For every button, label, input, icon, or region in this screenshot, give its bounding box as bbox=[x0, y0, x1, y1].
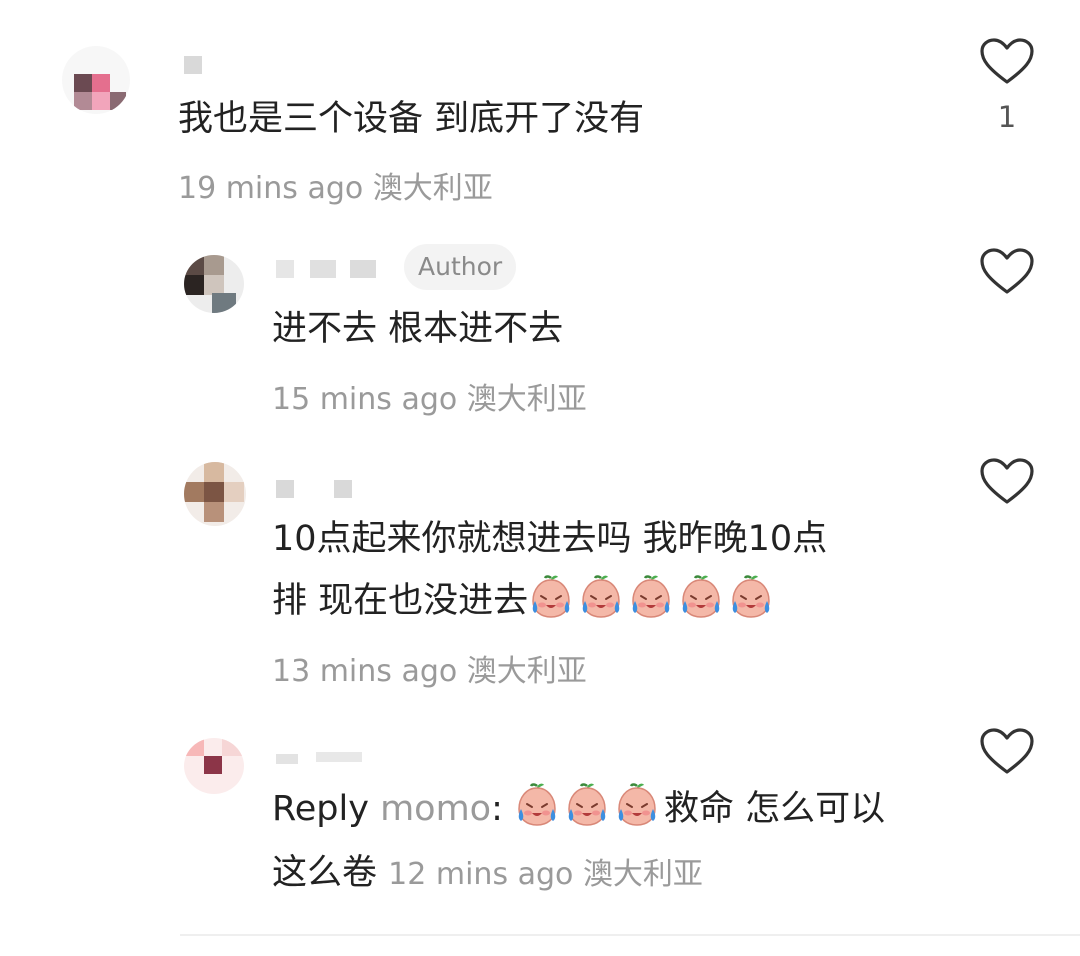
heart-icon[interactable] bbox=[980, 728, 1034, 776]
like-count: 1 bbox=[997, 100, 1017, 134]
crying-emoji bbox=[678, 574, 724, 620]
crying-emoji bbox=[628, 574, 674, 620]
username-redacted[interactable] bbox=[276, 748, 386, 770]
comment-location: 澳大利亚 bbox=[372, 171, 493, 206]
crying-emoji bbox=[564, 782, 610, 828]
heart-icon[interactable] bbox=[980, 38, 1034, 86]
crying-emoji bbox=[728, 574, 774, 620]
reply-to-user[interactable]: momo bbox=[380, 789, 491, 829]
crying-emoji bbox=[578, 574, 624, 620]
reply-text-line-2: 排 现在也没进去 bbox=[272, 570, 778, 632]
reply-meta: 15 mins ago 澳大利亚 bbox=[272, 374, 587, 418]
crying-emoji bbox=[514, 782, 560, 828]
avatar[interactable] bbox=[184, 462, 246, 526]
reply-meta: 13 mins ago 澳大利亚 bbox=[272, 646, 587, 690]
reply-time: 13 mins ago bbox=[272, 654, 458, 689]
reply-text-line-1: Reply momo: 救命 怎么可以 bbox=[272, 778, 885, 840]
avatar[interactable] bbox=[184, 255, 244, 313]
username-redacted[interactable] bbox=[276, 480, 356, 502]
comment-meta: 19 mins ago 澳大利亚 bbox=[178, 163, 493, 207]
heart-icon[interactable] bbox=[980, 458, 1034, 506]
crying-emoji bbox=[614, 782, 660, 828]
heart-icon[interactable] bbox=[980, 248, 1034, 296]
reply-text-part-1: 救命 怎么可以 bbox=[664, 789, 886, 829]
comment-text: 我也是三个设备 到底开了没有 bbox=[178, 99, 645, 139]
reply-location: 澳大利亚 bbox=[466, 654, 587, 689]
reply-text: 进不去 根本进不去 bbox=[272, 309, 564, 349]
divider bbox=[180, 934, 1080, 936]
username-redacted[interactable] bbox=[184, 56, 204, 78]
reply-text-line-2-content: 排 现在也没进去 bbox=[272, 581, 529, 621]
avatar[interactable] bbox=[184, 738, 244, 794]
comment-time: 19 mins ago bbox=[178, 171, 364, 206]
crying-emoji bbox=[528, 574, 574, 620]
reply-text-line-2: 这么卷 12 mins ago 澳大利亚 bbox=[272, 842, 703, 906]
reply-time: 12 mins ago bbox=[388, 857, 574, 892]
reply-meta: 12 mins ago 澳大利亚 bbox=[388, 857, 703, 892]
reply-location: 澳大利亚 bbox=[582, 857, 703, 892]
reply-text-line-2-content: 这么卷 bbox=[272, 853, 378, 893]
reply-colon: : bbox=[491, 789, 503, 829]
username-redacted[interactable] bbox=[276, 260, 396, 282]
reply-location: 澳大利亚 bbox=[466, 382, 587, 417]
author-badge: Author bbox=[404, 244, 517, 290]
reply-time: 15 mins ago bbox=[272, 382, 458, 417]
avatar[interactable] bbox=[62, 46, 130, 114]
reply-text-line-1: 10点起来你就想进去吗 我昨晚10点 bbox=[272, 519, 828, 559]
reply-label: Reply bbox=[272, 789, 369, 829]
